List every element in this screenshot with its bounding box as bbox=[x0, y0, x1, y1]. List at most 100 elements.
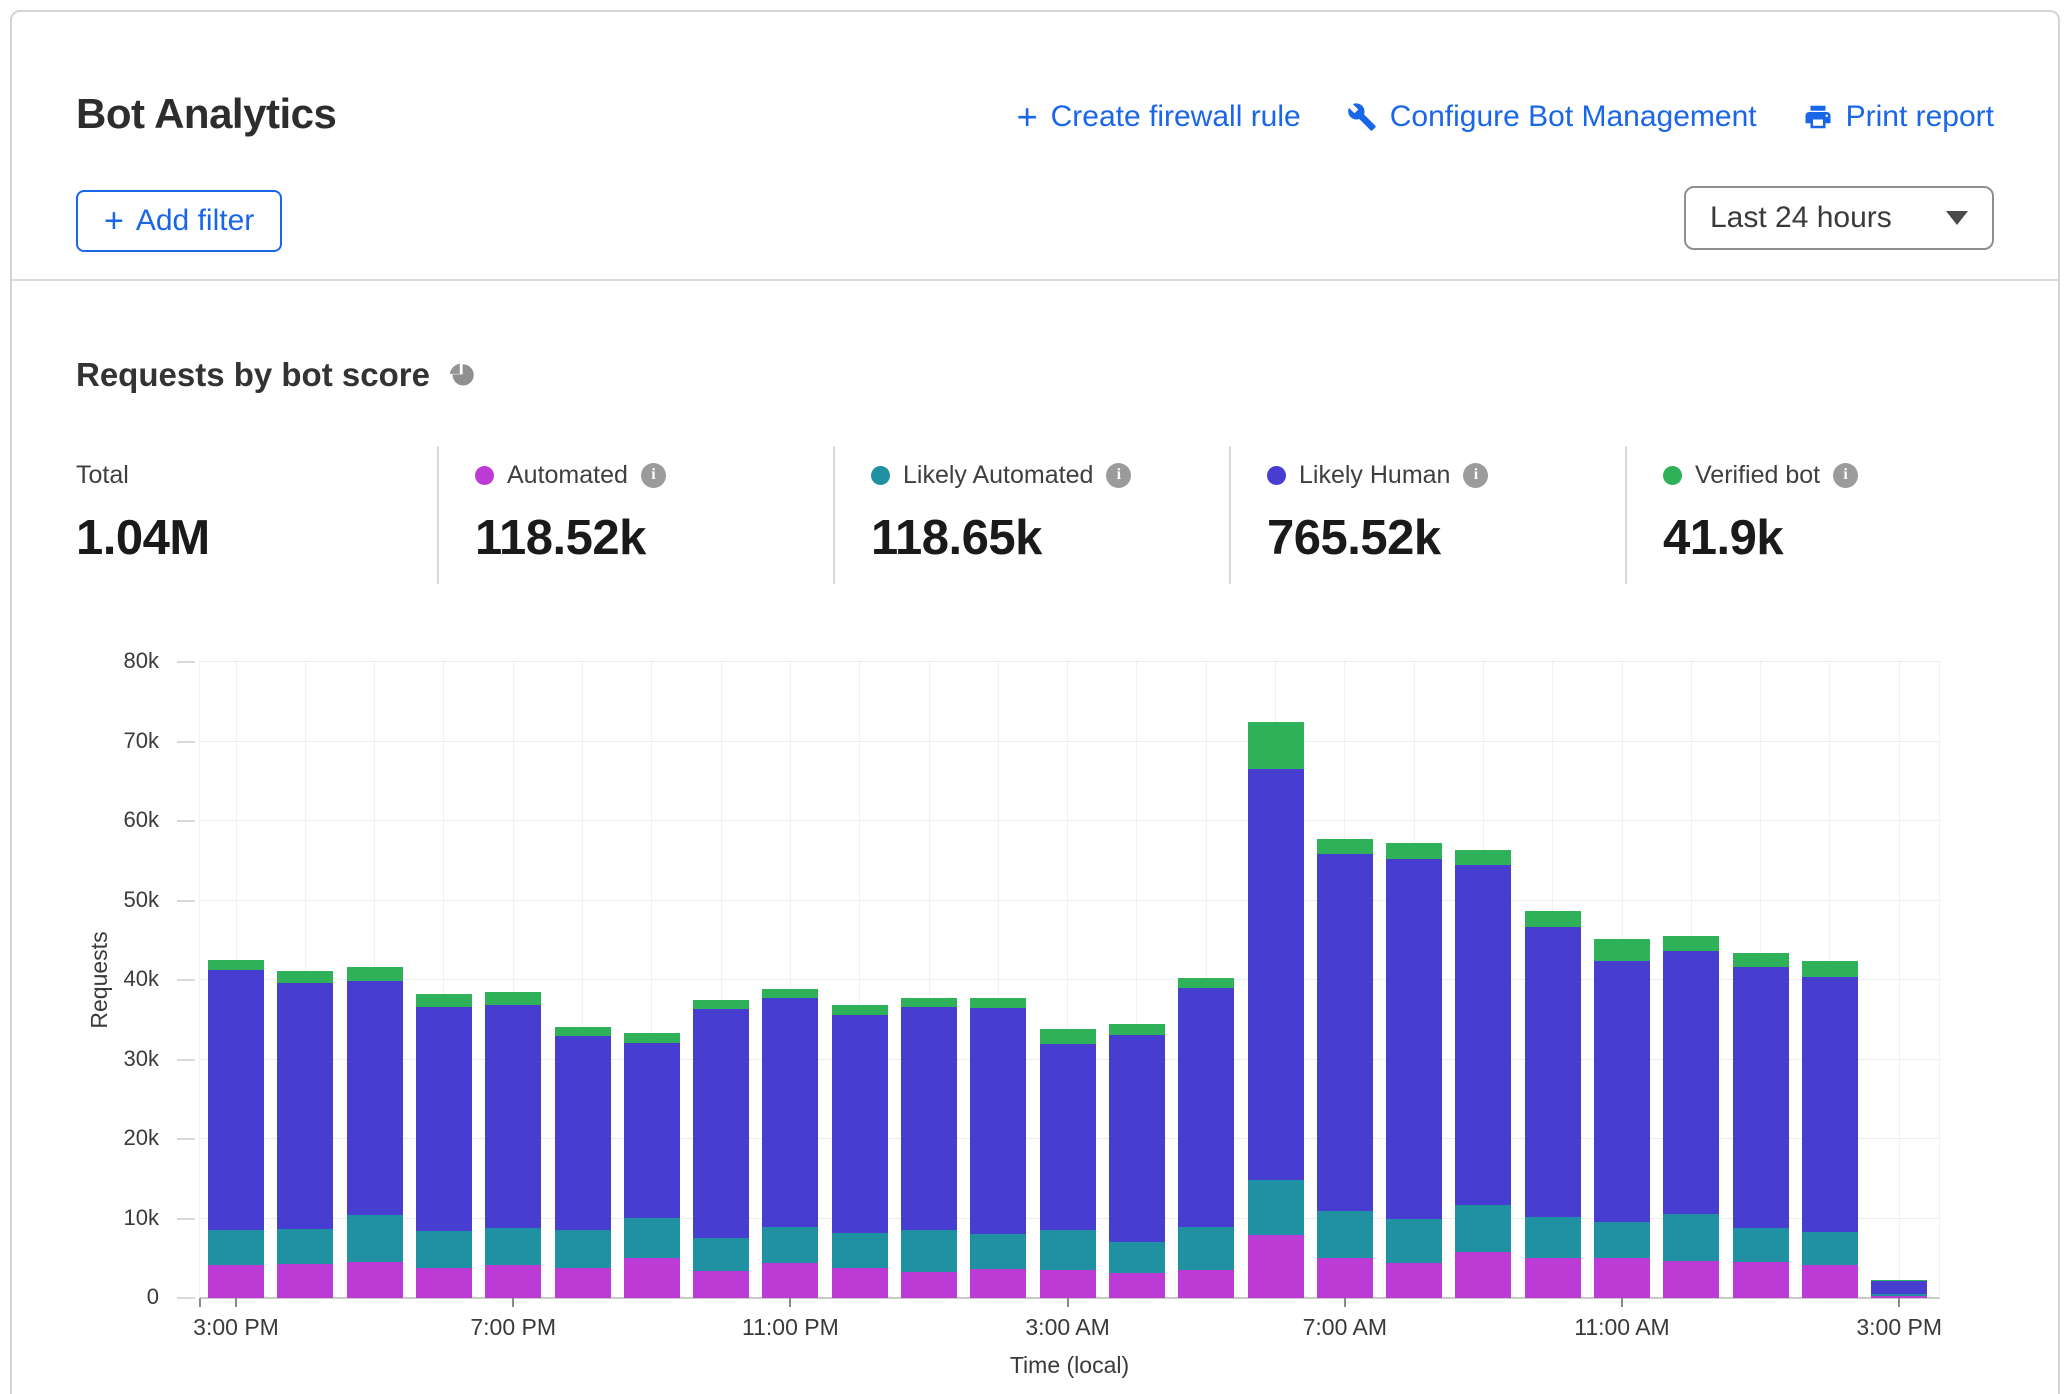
bar-segment-automated[interactable] bbox=[1178, 1270, 1234, 1298]
chart-bar[interactable] bbox=[1386, 843, 1442, 1298]
bar-segment-likely-human[interactable] bbox=[970, 1008, 1026, 1234]
bar-segment-likely-human[interactable] bbox=[901, 1007, 957, 1230]
bar-segment-verified-bot[interactable] bbox=[1594, 939, 1650, 961]
chart-bar[interactable] bbox=[1663, 936, 1719, 1298]
chart-bar[interactable] bbox=[1248, 722, 1304, 1298]
bar-segment-likely-human[interactable] bbox=[208, 970, 264, 1229]
bar-segment-likely-human[interactable] bbox=[1663, 951, 1719, 1214]
bar-segment-likely-human[interactable] bbox=[1248, 769, 1304, 1180]
info-icon[interactable]: i bbox=[641, 463, 666, 488]
bar-segment-verified-bot[interactable] bbox=[1455, 850, 1511, 865]
bar-segment-likely-automated[interactable] bbox=[1248, 1180, 1304, 1235]
bar-segment-automated[interactable] bbox=[1248, 1235, 1304, 1298]
chart-bar[interactable] bbox=[416, 994, 472, 1298]
chart-bar[interactable] bbox=[1317, 839, 1373, 1298]
bar-segment-likely-automated[interactable] bbox=[1386, 1219, 1442, 1263]
bar-segment-likely-automated[interactable] bbox=[1525, 1217, 1581, 1258]
chart-bar[interactable] bbox=[1871, 1280, 1927, 1298]
bar-segment-verified-bot[interactable] bbox=[1386, 843, 1442, 859]
bar-segment-verified-bot[interactable] bbox=[901, 998, 957, 1007]
bar-segment-likely-human[interactable] bbox=[1317, 854, 1373, 1211]
info-icon[interactable]: i bbox=[1463, 463, 1488, 488]
bar-segment-automated[interactable] bbox=[1386, 1263, 1442, 1298]
bar-segment-likely-human[interactable] bbox=[416, 1007, 472, 1231]
bar-segment-verified-bot[interactable] bbox=[1178, 978, 1234, 988]
bar-segment-automated[interactable] bbox=[693, 1271, 749, 1298]
bar-segment-likely-human[interactable] bbox=[1871, 1281, 1927, 1295]
bar-segment-likely-human[interactable] bbox=[1109, 1035, 1165, 1242]
chart-bar[interactable] bbox=[1525, 911, 1581, 1298]
chart-bar[interactable] bbox=[693, 1000, 749, 1298]
create-firewall-rule-link[interactable]: + Create firewall rule bbox=[1017, 100, 1301, 134]
bar-segment-automated[interactable] bbox=[1525, 1258, 1581, 1298]
bar-segment-likely-automated[interactable] bbox=[1733, 1228, 1789, 1262]
bar-segment-automated[interactable] bbox=[970, 1269, 1026, 1298]
bar-segment-verified-bot[interactable] bbox=[1733, 953, 1789, 967]
chart-bar[interactable] bbox=[1109, 1024, 1165, 1298]
bar-segment-likely-human[interactable] bbox=[1733, 967, 1789, 1228]
bar-segment-likely-automated[interactable] bbox=[1802, 1232, 1858, 1265]
bar-segment-automated[interactable] bbox=[555, 1268, 611, 1298]
bar-segment-verified-bot[interactable] bbox=[1040, 1029, 1096, 1044]
bar-segment-verified-bot[interactable] bbox=[624, 1033, 680, 1043]
bar-segment-automated[interactable] bbox=[624, 1258, 680, 1298]
bar-segment-likely-human[interactable] bbox=[277, 983, 333, 1229]
bar-segment-automated[interactable] bbox=[416, 1268, 472, 1298]
bar-segment-likely-automated[interactable] bbox=[1455, 1205, 1511, 1252]
bar-segment-likely-human[interactable] bbox=[1040, 1044, 1096, 1230]
bar-segment-automated[interactable] bbox=[832, 1268, 888, 1298]
configure-bot-management-link[interactable]: Configure Bot Management bbox=[1347, 100, 1757, 134]
bar-segment-likely-automated[interactable] bbox=[832, 1233, 888, 1268]
bar-segment-automated[interactable] bbox=[1109, 1273, 1165, 1298]
bar-segment-likely-automated[interactable] bbox=[1040, 1230, 1096, 1271]
chart-bar[interactable] bbox=[1455, 850, 1511, 1298]
print-report-link[interactable]: Print report bbox=[1803, 100, 1994, 134]
bar-segment-automated[interactable] bbox=[1455, 1252, 1511, 1298]
bar-segment-verified-bot[interactable] bbox=[1109, 1024, 1165, 1035]
bar-segment-likely-automated[interactable] bbox=[347, 1215, 403, 1262]
bar-segment-likely-human[interactable] bbox=[1802, 977, 1858, 1232]
bar-segment-automated[interactable] bbox=[1733, 1262, 1789, 1298]
chart-bar[interactable] bbox=[555, 1027, 611, 1298]
bar-segment-automated[interactable] bbox=[1802, 1265, 1858, 1298]
chart-bar[interactable] bbox=[485, 992, 541, 1298]
chart-bar[interactable] bbox=[970, 998, 1026, 1298]
bar-segment-likely-automated[interactable] bbox=[1663, 1214, 1719, 1261]
bar-segment-verified-bot[interactable] bbox=[762, 989, 818, 999]
bar-segment-likely-automated[interactable] bbox=[970, 1234, 1026, 1270]
bar-segment-likely-automated[interactable] bbox=[555, 1230, 611, 1267]
bar-segment-likely-human[interactable] bbox=[693, 1009, 749, 1238]
bar-segment-likely-human[interactable] bbox=[1594, 961, 1650, 1222]
bar-segment-automated[interactable] bbox=[1594, 1258, 1650, 1298]
bar-segment-likely-human[interactable] bbox=[1178, 988, 1234, 1227]
chart-bar[interactable] bbox=[832, 1005, 888, 1298]
chart-bar[interactable] bbox=[1594, 939, 1650, 1298]
time-range-dropdown[interactable]: Last 24 hours bbox=[1684, 186, 1994, 250]
chart-bar[interactable] bbox=[1178, 978, 1234, 1298]
bar-segment-likely-human[interactable] bbox=[762, 998, 818, 1227]
bar-segment-likely-automated[interactable] bbox=[1317, 1211, 1373, 1258]
bar-segment-likely-human[interactable] bbox=[1525, 927, 1581, 1217]
bar-segment-verified-bot[interactable] bbox=[970, 998, 1026, 1008]
bar-segment-likely-human[interactable] bbox=[1455, 865, 1511, 1205]
bar-segment-automated[interactable] bbox=[485, 1265, 541, 1298]
chart-bar[interactable] bbox=[277, 971, 333, 1298]
bar-segment-automated[interactable] bbox=[208, 1265, 264, 1298]
bar-segment-automated[interactable] bbox=[1663, 1261, 1719, 1298]
bar-segment-automated[interactable] bbox=[347, 1262, 403, 1298]
bar-segment-verified-bot[interactable] bbox=[277, 971, 333, 983]
bar-segment-likely-automated[interactable] bbox=[277, 1229, 333, 1264]
bar-segment-likely-human[interactable] bbox=[485, 1005, 541, 1228]
chart-bar[interactable] bbox=[1733, 953, 1789, 1298]
bar-segment-verified-bot[interactable] bbox=[693, 1000, 749, 1010]
bar-segment-verified-bot[interactable] bbox=[208, 960, 264, 970]
chart-bar[interactable] bbox=[347, 967, 403, 1298]
bar-segment-likely-automated[interactable] bbox=[901, 1230, 957, 1272]
bar-segment-likely-automated[interactable] bbox=[624, 1218, 680, 1259]
bar-segment-automated[interactable] bbox=[277, 1264, 333, 1298]
bar-segment-likely-automated[interactable] bbox=[693, 1238, 749, 1271]
bar-segment-automated[interactable] bbox=[1317, 1258, 1373, 1298]
bar-segment-likely-human[interactable] bbox=[832, 1015, 888, 1233]
bar-segment-likely-human[interactable] bbox=[347, 981, 403, 1216]
bar-segment-verified-bot[interactable] bbox=[1802, 961, 1858, 977]
